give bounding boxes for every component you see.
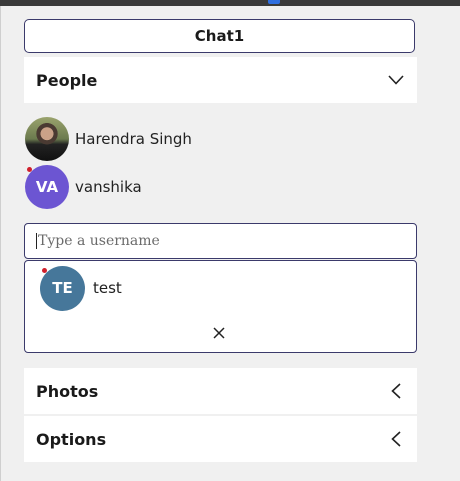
avatar: TE	[40, 265, 85, 311]
search-results-panel: TE test	[24, 260, 417, 353]
person-name: vanshika	[75, 178, 142, 196]
avatar-initials: TE	[52, 279, 73, 297]
window-accent-indicator	[268, 0, 280, 4]
username-search-input[interactable]	[36, 233, 398, 249]
search-result-item[interactable]: TE test	[40, 265, 122, 311]
options-section-label: Options	[36, 429, 107, 449]
options-section-header[interactable]: Options	[24, 416, 417, 462]
avatar: VA	[25, 165, 69, 209]
chevron-left-icon	[387, 382, 405, 400]
status-dot-offline	[42, 267, 47, 273]
status-dot-online	[27, 119, 32, 124]
person-item-vanshika[interactable]: VA vanshika	[25, 164, 142, 210]
chevron-left-icon	[387, 430, 405, 448]
chat-title-button[interactable]: Chat1	[24, 19, 415, 53]
person-item-harendra[interactable]: Harendra Singh	[25, 116, 192, 162]
avatar	[25, 117, 69, 161]
people-section-label: People	[36, 70, 98, 90]
panel-left-border	[0, 6, 1, 481]
person-name: Harendra Singh	[75, 130, 192, 148]
avatar-initials: VA	[35, 178, 59, 196]
username-search-box[interactable]	[24, 223, 417, 259]
photos-section-header[interactable]: Photos	[24, 368, 417, 414]
people-section-header[interactable]: People	[24, 57, 417, 103]
window-top-bar	[0, 0, 460, 6]
chevron-down-icon	[387, 71, 405, 89]
result-name: test	[93, 279, 122, 297]
close-icon[interactable]	[211, 325, 227, 341]
photos-section-label: Photos	[36, 381, 99, 401]
status-dot-offline	[27, 167, 32, 172]
